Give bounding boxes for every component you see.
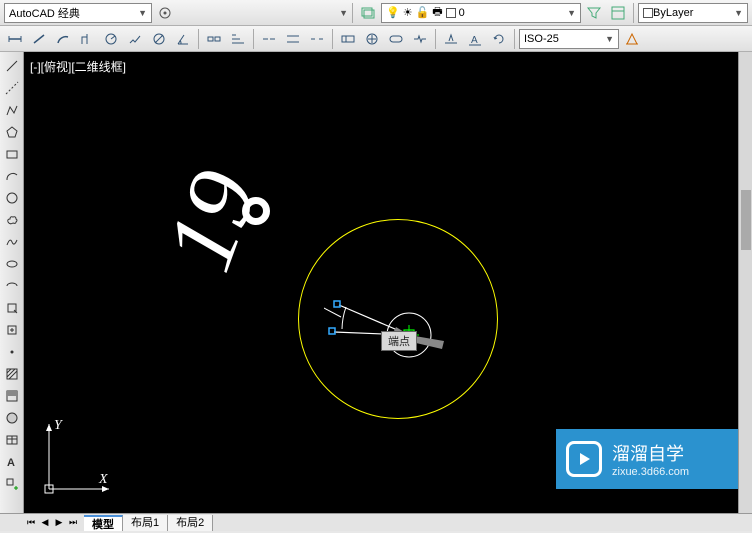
dim-diameter-button[interactable] [148,28,170,50]
tab-last-button[interactable]: ⏭ [66,516,80,530]
separator [633,3,634,23]
watermark-brand: 溜溜自学 [612,440,689,466]
dim-continue-button[interactable] [258,28,280,50]
tab-layout2[interactable]: 布局2 [168,515,213,531]
ellipse-button[interactable] [2,254,22,274]
dim-arc-button[interactable] [52,28,74,50]
dim-aligned-button[interactable] [28,28,50,50]
gradient-button[interactable] [2,386,22,406]
dim-baseline-button[interactable] [227,28,249,50]
layer-combo[interactable]: 💡 ☀ 🔓 🖶 0 ▼ [381,3,581,23]
layer-name: 0 [459,7,465,19]
separator [253,29,254,49]
tab-prev-button[interactable]: ◀ [38,516,52,530]
mtext-button[interactable]: A [2,452,22,472]
layer-states-button[interactable] [607,2,629,24]
dim-style-label: ISO-25 [524,33,559,45]
region-button[interactable] [2,408,22,428]
separator [514,29,515,49]
workspace-combo[interactable]: AutoCAD 经典 ▼ [4,3,152,23]
play-icon [566,441,602,477]
polyline-button[interactable] [2,100,22,120]
separator [198,29,199,49]
dim-jogged-button[interactable] [124,28,146,50]
watermark: 溜溜自学 zixue.3d66.com [556,429,746,489]
vertical-scrollbar[interactable] [738,52,752,513]
dim-ordinate-button[interactable] [76,28,98,50]
separator [332,29,333,49]
print-icon: 🖶 [432,3,442,22]
dim-angular-button[interactable] [172,28,194,50]
scrollbar-thumb[interactable] [741,190,751,250]
center-mark-button[interactable] [361,28,383,50]
dim-text-edit-button[interactable]: A [464,28,486,50]
drawing-canvas[interactable]: [-][俯视][二维线框] 19 端点 [24,52,752,513]
insert-block-button[interactable] [2,298,22,318]
inspection-button[interactable] [385,28,407,50]
quick-dim-button[interactable] [203,28,225,50]
dim-radius-button[interactable] [100,28,122,50]
draw-toolbar: A [0,52,24,513]
hatch-button[interactable] [2,364,22,384]
layout-tabs: ⏮ ◀ ▶ ⏭ 模型 布局1 布局2 [0,513,752,531]
bylayer-label: ByLayer [653,7,693,19]
dim-style-button[interactable] [621,28,643,50]
dim-space-button[interactable] [282,28,304,50]
view-label[interactable]: [-][俯视][二维线框] [30,58,126,75]
polygon-button[interactable] [2,122,22,142]
dim-edit-button[interactable] [440,28,462,50]
revision-cloud-button[interactable] [2,210,22,230]
construction-line-button[interactable] [2,78,22,98]
osnap-tooltip: 端点 [381,331,417,351]
workspace-settings-button[interactable] [154,2,176,24]
separator [352,3,353,23]
svg-text:A: A [7,457,15,469]
dim-linear-button[interactable] [4,28,26,50]
add-selected-button[interactable] [2,474,22,494]
chevron-down-icon: ▼ [567,8,576,18]
lock-icon: 🔓 [416,6,430,19]
bulb-icon: 💡 [386,6,400,19]
jogged-linear-button[interactable] [409,28,431,50]
point-button[interactable] [2,342,22,362]
svg-text:A: A [471,35,478,46]
circle-button[interactable] [2,188,22,208]
degree-symbol [242,197,270,225]
chevron-down-icon: ▼ [605,34,614,44]
color-swatch [643,8,653,18]
table-button[interactable] [2,430,22,450]
ellipse-arc-button[interactable] [2,276,22,296]
chevron-down-icon: ▼ [734,8,743,18]
separator [435,29,436,49]
rectangle-button[interactable] [2,144,22,164]
toolbar-row-1: AutoCAD 经典 ▼ ▼ 💡 ☀ 🔓 🖶 0 ▼ ByLayer ▼ [0,0,752,26]
sun-icon: ☀ [403,6,413,19]
tab-model[interactable]: 模型 [84,515,123,531]
ucs-icon: X Y [34,399,134,499]
spline-button[interactable] [2,232,22,252]
watermark-url: zixue.3d66.com [612,466,689,478]
arc-button[interactable] [2,166,22,186]
dim-break-button[interactable] [306,28,328,50]
ucs-x-label: X [98,472,108,487]
chevron-down-icon: ▼ [138,8,147,18]
main-area: A [-][俯视][二维线框] 19 [0,52,752,513]
layers-panel-button[interactable] [357,2,379,24]
layer-filter-button[interactable] [583,2,605,24]
ucs-y-label: Y [54,418,64,433]
bylayer-combo[interactable]: ByLayer ▼ [638,3,748,23]
tab-layout1[interactable]: 布局1 [123,515,168,531]
workspace-label: AutoCAD 经典 [9,5,80,21]
tab-next-button[interactable]: ▶ [52,516,66,530]
tolerance-button[interactable] [337,28,359,50]
dim-update-button[interactable] [488,28,510,50]
toolbar-row-2: A ISO-25 ▼ [0,26,752,52]
color-swatch [446,8,456,18]
make-block-button[interactable] [2,320,22,340]
line-button[interactable] [2,56,22,76]
tab-nav: ⏮ ◀ ▶ ⏭ [24,516,80,530]
tab-first-button[interactable]: ⏮ [24,516,38,530]
chevron-down-icon[interactable]: ▼ [339,8,348,18]
dim-style-combo[interactable]: ISO-25 ▼ [519,29,619,49]
